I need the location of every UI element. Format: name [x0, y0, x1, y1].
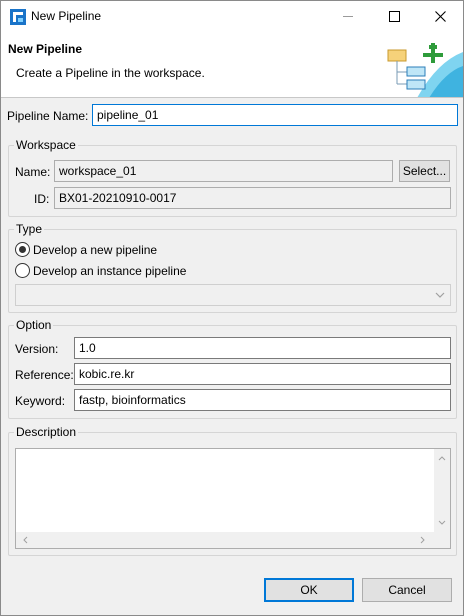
version-input[interactable]: 1.0: [74, 337, 451, 359]
radio-new-pipeline[interactable]: Develop a new pipeline: [15, 242, 157, 257]
scroll-up-icon[interactable]: [438, 455, 446, 461]
new-pipeline-dialog: New Pipeline New Pipeline Create a Pipel…: [0, 0, 464, 616]
wizard-banner: New Pipeline Create a Pipeline in the wo…: [1, 32, 463, 98]
minimize-icon: [343, 16, 353, 17]
workspace-select-button[interactable]: Select...: [399, 160, 450, 182]
radio-instance-pipeline-button[interactable]: [15, 263, 30, 278]
keyword-input[interactable]: fastp, bioinformatics: [74, 389, 451, 411]
scroll-right-icon[interactable]: [420, 536, 426, 544]
workspace-id-label: ID:: [34, 192, 50, 206]
workspace-group-title: Workspace: [14, 138, 78, 152]
description-textarea[interactable]: [15, 448, 451, 549]
reference-label: Reference:: [15, 368, 74, 382]
workspace-id-field: BX01-20210910-0017: [54, 187, 451, 209]
reference-input[interactable]: kobic.re.kr: [74, 363, 451, 385]
close-icon: [434, 11, 446, 22]
option-group-title: Option: [14, 318, 54, 332]
scrollbar-corner: [434, 532, 450, 548]
title-bar: New Pipeline: [1, 1, 463, 32]
pipeline-name-label: Pipeline Name:: [7, 109, 89, 123]
vertical-scrollbar[interactable]: [434, 449, 450, 532]
minimize-button[interactable]: [325, 1, 371, 32]
cancel-button[interactable]: Cancel: [362, 578, 452, 602]
radio-instance-pipeline[interactable]: Develop an instance pipeline: [15, 263, 186, 278]
workspace-name-label: Name:: [15, 165, 51, 179]
workspace-name-field: workspace_01: [54, 160, 393, 182]
pipeline-name-input[interactable]: pipeline_01: [92, 104, 458, 126]
maximize-button[interactable]: [371, 1, 417, 32]
chevron-down-icon: [435, 292, 445, 298]
horizontal-scrollbar[interactable]: [16, 532, 434, 548]
banner-title: New Pipeline: [8, 42, 83, 56]
radio-instance-pipeline-label: Develop an instance pipeline: [33, 263, 187, 278]
window-title: New Pipeline: [31, 9, 102, 23]
ok-button[interactable]: OK: [264, 578, 354, 602]
close-button[interactable]: [417, 1, 463, 32]
version-label: Version:: [15, 342, 59, 356]
scroll-down-icon[interactable]: [438, 520, 446, 526]
description-group-title: Description: [14, 425, 79, 439]
scroll-left-icon[interactable]: [22, 536, 28, 544]
new-pipeline-wizard-icon: [377, 32, 463, 97]
app-icon: [10, 9, 26, 25]
radio-new-pipeline-button[interactable]: [15, 242, 30, 257]
maximize-icon: [388, 11, 400, 22]
instance-pipeline-combo[interactable]: [15, 284, 451, 306]
keyword-label: Keyword:: [15, 394, 66, 408]
type-group-title: Type: [14, 222, 45, 236]
banner-description: Create a Pipeline in the workspace.: [16, 66, 205, 80]
radio-new-pipeline-label: Develop a new pipeline: [33, 242, 158, 257]
